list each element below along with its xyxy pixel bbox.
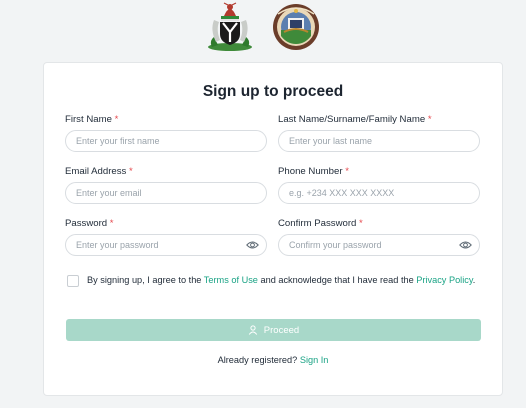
confirm-password-input[interactable] [289, 235, 454, 255]
last-name-label: Last Name/Surname/Family Name * [278, 114, 432, 125]
first-name-label: First Name * [65, 114, 119, 125]
last-name-input-wrapper [278, 130, 480, 152]
password-label: Password * [65, 218, 114, 229]
consent-text-middle: and acknowledge that I have read the [257, 275, 417, 285]
eye-icon[interactable] [246, 240, 259, 250]
required-marker: * [129, 166, 133, 177]
confirm-password-field: Confirm Password * [278, 218, 480, 256]
password-field: Password * [65, 218, 267, 256]
password-input[interactable] [76, 235, 241, 255]
nigeria-coat-of-arms-icon [208, 2, 252, 51]
required-marker: * [359, 218, 363, 229]
terms-of-use-link[interactable]: Terms of Use [204, 275, 258, 285]
terms-checkbox[interactable] [67, 275, 79, 287]
email-input[interactable] [76, 183, 241, 203]
privacy-policy-link[interactable]: Privacy Policy [416, 275, 473, 285]
password-input-wrapper [65, 234, 267, 256]
page-title: Sign up to proceed [202, 83, 344, 100]
phone-input-wrapper [278, 182, 480, 204]
phone-label: Phone Number * [278, 166, 349, 177]
consent-text-after: . [472, 275, 476, 285]
first-name-input-wrapper [65, 130, 267, 152]
required-marker: * [345, 166, 349, 177]
last-name-input[interactable] [289, 131, 454, 151]
phone-field: Phone Number * [278, 166, 480, 204]
state-seal-icon [273, 4, 319, 50]
first-name-input[interactable] [76, 131, 241, 151]
terms-consent: By signing up, I agree to the Terms of U… [67, 274, 482, 287]
user-icon [248, 325, 257, 335]
signin-prompt-text: Already registered? [217, 355, 300, 365]
first-name-field: First Name * [65, 114, 267, 152]
last-name-field: Last Name/Surname/Family Name * [278, 114, 480, 152]
sign-in-link[interactable]: Sign In [300, 355, 329, 365]
required-marker: * [427, 114, 432, 125]
consent-text: By signing up, I agree to the Terms of U… [87, 274, 475, 286]
phone-input[interactable] [289, 183, 454, 203]
signup-card: Sign up to proceed First Name * Last Nam… [43, 62, 503, 396]
email-field: Email Address * [65, 166, 267, 204]
email-input-wrapper [65, 182, 267, 204]
confirm-password-input-wrapper [278, 234, 480, 256]
email-label: Email Address * [65, 166, 133, 177]
required-marker: * [109, 218, 114, 229]
consent-text-before: By signing up, I agree to the [87, 275, 204, 285]
header-logos [0, 2, 526, 52]
required-marker: * [114, 114, 119, 125]
proceed-button[interactable]: Proceed [66, 319, 481, 341]
confirm-password-label: Confirm Password * [278, 218, 363, 229]
signup-page: Sign up to proceed First Name * Last Nam… [0, 0, 526, 408]
signin-prompt: Already registered? Sign In [44, 355, 502, 365]
eye-icon[interactable] [459, 240, 472, 250]
proceed-label: Proceed [263, 324, 300, 336]
